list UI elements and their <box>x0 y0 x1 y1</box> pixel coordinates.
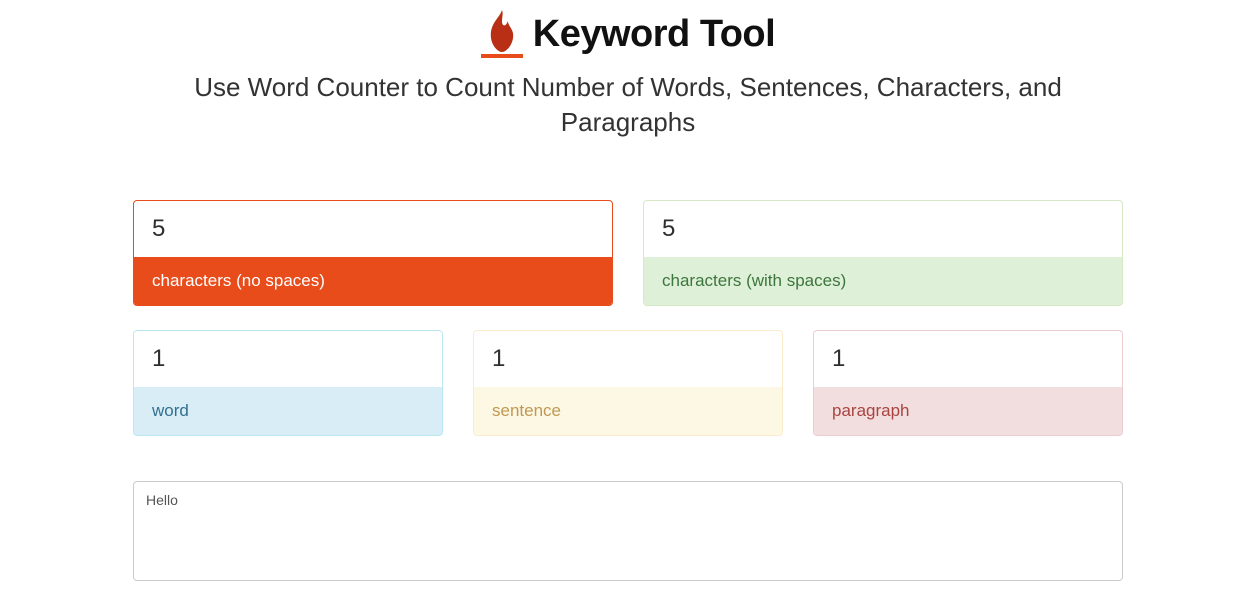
stats-row-2: 1 word 1 sentence 1 paragraph <box>133 330 1123 436</box>
chars-with-spaces-label: characters (with spaces) <box>644 257 1122 305</box>
chars-no-spaces-label: characters (no spaces) <box>134 257 612 305</box>
sentence-value: 1 <box>474 331 782 387</box>
sentence-label: sentence <box>474 387 782 435</box>
paragraph-label: paragraph <box>814 387 1122 435</box>
flame-icon <box>481 10 523 58</box>
textarea-wrapper <box>133 481 1123 586</box>
word-value: 1 <box>134 331 442 387</box>
app-title: Keyword Tool <box>533 13 775 56</box>
paragraph-card: 1 paragraph <box>813 330 1123 436</box>
chars-no-spaces-value: 5 <box>134 201 612 257</box>
main-container: 5 characters (no spaces) 5 characters (w… <box>133 140 1123 586</box>
word-label: word <box>134 387 442 435</box>
text-input[interactable] <box>133 481 1123 581</box>
chars-with-spaces-value: 5 <box>644 201 1122 257</box>
chars-with-spaces-card: 5 characters (with spaces) <box>643 200 1123 306</box>
page-header: Keyword Tool Use Word Counter to Count N… <box>0 0 1256 140</box>
sentence-card: 1 sentence <box>473 330 783 436</box>
paragraph-value: 1 <box>814 331 1122 387</box>
page-subtitle: Use Word Counter to Count Number of Word… <box>188 70 1068 140</box>
logo-title-row: Keyword Tool <box>0 10 1256 58</box>
stats-row-1: 5 characters (no spaces) 5 characters (w… <box>133 200 1123 306</box>
chars-no-spaces-card: 5 characters (no spaces) <box>133 200 613 306</box>
word-card: 1 word <box>133 330 443 436</box>
